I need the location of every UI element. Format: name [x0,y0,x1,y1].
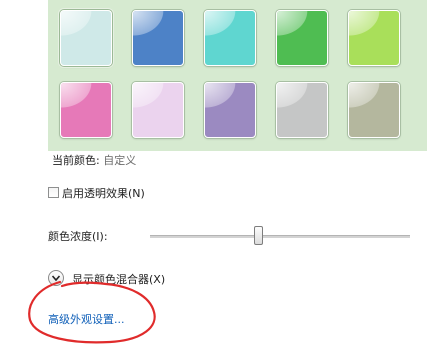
color-swatch[interactable] [276,82,328,138]
color-swatch[interactable] [60,10,112,66]
current-color-value: 自定义 [103,154,137,167]
intensity-slider-track[interactable] [150,235,410,238]
swatch-gloss [205,11,255,65]
color-swatch[interactable] [204,82,256,138]
swatch-gloss [349,83,399,137]
swatch-gloss [133,11,183,65]
swatch-gloss [277,83,327,137]
transparency-checkbox[interactable] [48,187,59,198]
color-swatch[interactable] [348,82,400,138]
swatch-gloss [205,83,255,137]
color-swatch[interactable] [60,82,112,138]
swatch-gloss [349,11,399,65]
transparency-label: 启用透明效果(N) [62,187,145,200]
color-swatch[interactable] [132,10,184,66]
current-color-label: 当前颜色: [52,154,100,167]
swatch-gloss [133,83,183,137]
color-swatch[interactable] [132,82,184,138]
swatch-gloss [277,11,327,65]
intensity-label: 颜色浓度(I): [48,230,108,243]
swatch-gloss [61,11,111,65]
color-swatch[interactable] [276,10,328,66]
color-swatch[interactable] [348,10,400,66]
swatch-gloss [61,83,111,137]
color-swatch[interactable] [204,10,256,66]
red-ellipse-annotation [28,280,156,344]
current-color-text: 当前颜色: 自定义 [52,152,136,168]
intensity-slider-thumb[interactable] [254,226,264,245]
color-swatch-panel [48,0,427,151]
